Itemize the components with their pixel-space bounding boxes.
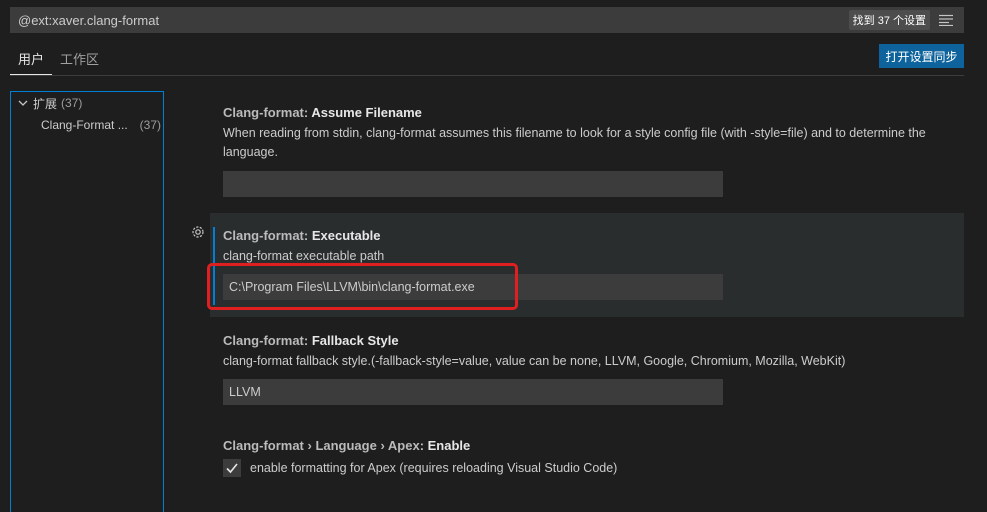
toc-item-clang-format[interactable]: Clang-Format ... (37) <box>11 114 163 136</box>
setting-executable: Clang-format: Executable clang-format ex… <box>210 213 964 317</box>
toc-child-count: (37) <box>139 118 161 132</box>
setting-apex-enable: Clang-format › Language › Apex: Enable e… <box>210 431 964 491</box>
scope-tabs: 用户 工作区 <box>10 44 107 75</box>
fallback-style-input[interactable] <box>223 379 723 405</box>
setting-fallback-style: Clang-format: Fallback Style clang-forma… <box>210 326 964 416</box>
toc-group-count: (37) <box>61 96 83 110</box>
check-icon <box>226 463 238 474</box>
settings-search-input[interactable] <box>10 7 849 33</box>
setting-title: Clang-format: Executable <box>223 228 381 243</box>
apex-enable-checkbox[interactable] <box>223 459 241 477</box>
gear-icon[interactable] <box>190 224 206 240</box>
checkbox-label: enable formatting for Apex (requires rel… <box>250 461 618 475</box>
executable-path-input[interactable] <box>223 274 723 300</box>
checkbox-row: enable formatting for Apex (requires rel… <box>223 459 964 477</box>
toc-item-extensions[interactable]: 扩展 (37) <box>11 92 163 114</box>
open-settings-sync-button[interactable]: 打开设置同步 <box>879 44 964 68</box>
toc-child-label: Clang-Format ... <box>41 118 128 132</box>
chevron-down-icon <box>17 97 29 109</box>
search-bar: 找到 37 个设置 <box>10 7 964 33</box>
setting-title: Clang-format › Language › Apex: Enable <box>223 438 471 453</box>
setting-description: clang-format executable path <box>223 249 385 263</box>
settings-editor: 找到 37 个设置 用户 工作区 打开设置同步 扩展 (37) Clang-Fo… <box>0 0 987 512</box>
toc-group-label: 扩展 <box>33 96 58 111</box>
setting-description: When reading from stdin, clang-format as… <box>223 126 926 159</box>
setting-title: Clang-format: Fallback Style <box>223 333 399 348</box>
tab-divider <box>10 75 964 76</box>
result-count-badge: 找到 37 个设置 <box>848 10 930 30</box>
filter-icon[interactable] <box>936 10 956 30</box>
setting-title: Clang-format: Assume Filename <box>223 105 422 120</box>
assume-filename-input[interactable] <box>223 171 723 197</box>
settings-toc: 扩展 (37) Clang-Format ... (37) <box>10 91 164 512</box>
setting-description: clang-format fallback style.(-fallback-s… <box>223 354 846 368</box>
setting-assume-filename: Clang-format: Assume Filename When readi… <box>210 98 964 200</box>
tab-workspace[interactable]: 工作区 <box>52 44 107 75</box>
tab-user[interactable]: 用户 <box>10 44 53 75</box>
focus-indicator <box>213 227 215 305</box>
